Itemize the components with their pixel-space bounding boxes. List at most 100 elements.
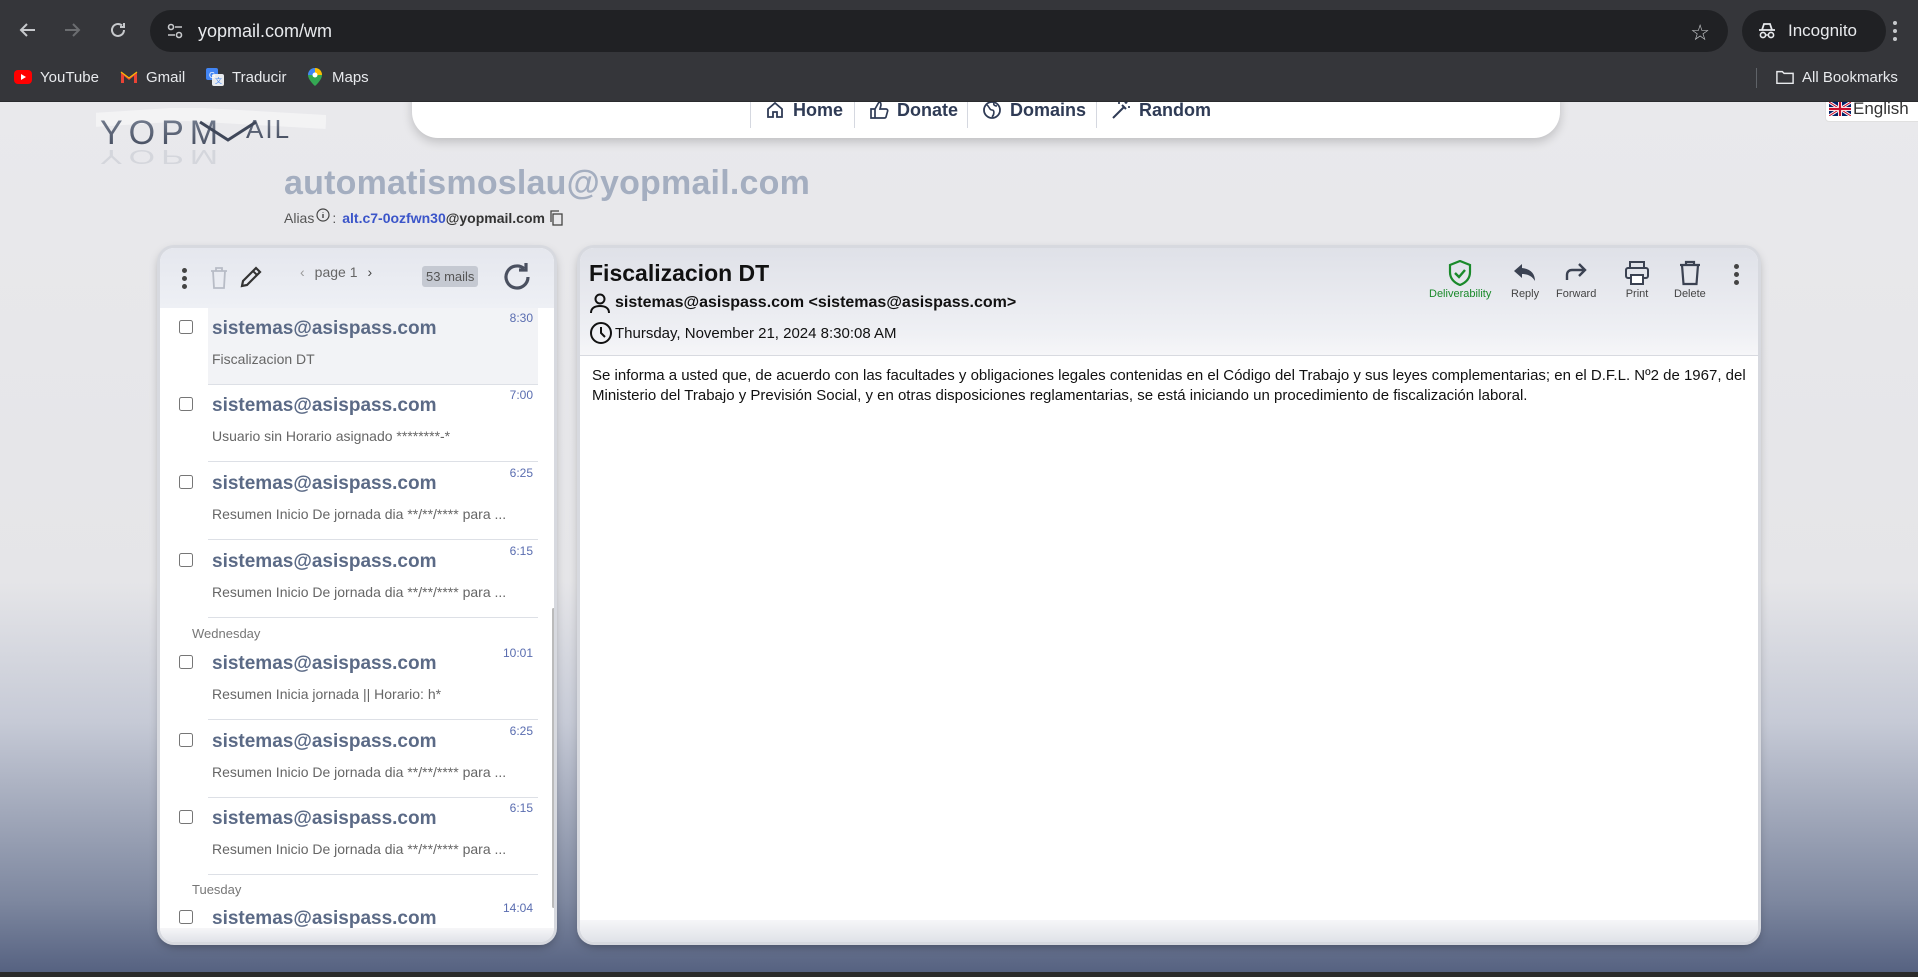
- trash-icon: [1679, 260, 1700, 286]
- language-label: English: [1853, 102, 1909, 118]
- bookmarks-bar: YouTube Gmail G文 Traducir Maps All Bookm…: [0, 62, 1918, 102]
- message-sender: sistemas@asispass.com <sistemas@asispass…: [615, 294, 1017, 311]
- print-button[interactable]: Print: [1624, 260, 1650, 300]
- message-header: Fiscalizacion DT sistemas@asispass.com <…: [580, 248, 1758, 356]
- bookmark-maps[interactable]: Maps: [306, 62, 369, 92]
- copy-icon[interactable]: [548, 210, 564, 226]
- list-menu-icon[interactable]: [180, 266, 188, 290]
- svg-text:AIL: AIL: [246, 114, 291, 144]
- reply-label: Reply: [1511, 288, 1540, 300]
- address-bar[interactable]: yopmail.com/wm ☆: [150, 10, 1728, 52]
- nav-random[interactable]: Random: [1096, 102, 1225, 128]
- sender-line: sistemas@asispass.com <sistemas@asispass…: [589, 292, 1016, 314]
- mail-list-toolbar: ‹ page 1 › 53 mails: [160, 248, 554, 308]
- nav-domains[interactable]: Domains: [967, 102, 1100, 128]
- translate-icon: G文: [206, 68, 224, 86]
- list-item[interactable]: sistemas@asispass.com 14:04: [160, 898, 554, 928]
- select-checkbox[interactable]: [179, 910, 193, 924]
- day-separator: Tuesday: [192, 882, 242, 897]
- mail-time: 14:04: [502, 901, 533, 915]
- bookmark-label: YouTube: [40, 68, 99, 86]
- select-checkbox[interactable]: [179, 397, 193, 411]
- delete-label: Delete: [1674, 288, 1706, 300]
- list-item[interactable]: sistemas@asispass.com 6:25 Resumen Inici…: [160, 463, 554, 540]
- url-text[interactable]: yopmail.com/wm: [198, 21, 332, 42]
- mail-from: sistemas@asispass.com: [212, 653, 437, 674]
- select-checkbox[interactable]: [179, 810, 193, 824]
- uk-flag-icon: [1829, 102, 1851, 116]
- list-item[interactable]: sistemas@asispass.com 7:00 Usuario sin H…: [160, 385, 554, 462]
- list-scrollbar[interactable]: [552, 608, 554, 908]
- browser-menu-icon[interactable]: [1880, 14, 1910, 48]
- incognito-label: Incognito: [1788, 21, 1857, 40]
- alias-user-link[interactable]: alt.c7-0ozfwn30: [342, 210, 445, 226]
- site-nav-bar: Home Donate Domains Random English ⌄: [412, 102, 1918, 138]
- refresh-icon[interactable]: [500, 260, 534, 294]
- select-checkbox[interactable]: [179, 655, 193, 669]
- day-separator: Wednesday: [192, 626, 261, 641]
- person-icon: [590, 293, 610, 314]
- bookmark-star-icon[interactable]: ☆: [1690, 20, 1710, 46]
- shield-check-icon: [1449, 260, 1472, 286]
- back-button[interactable]: [12, 14, 44, 46]
- select-checkbox[interactable]: [179, 320, 193, 334]
- forward-label: Forward: [1556, 288, 1597, 300]
- youtube-icon: [14, 68, 32, 86]
- forward-nav-button[interactable]: [56, 14, 88, 46]
- chevron-right-icon[interactable]: ›: [368, 264, 373, 280]
- list-item[interactable]: sistemas@asispass.com 8:30 Fiscalizacion…: [160, 308, 554, 385]
- info-icon[interactable]: [316, 208, 330, 222]
- delete-button[interactable]: Delete: [1674, 260, 1706, 300]
- reload-button[interactable]: [102, 14, 134, 46]
- list-item[interactable]: sistemas@asispass.com 6:25 Resumen Inici…: [160, 721, 554, 798]
- trash-icon[interactable]: [208, 266, 230, 290]
- all-bookmarks-button[interactable]: All Bookmarks: [1776, 62, 1898, 92]
- message-date: Thursday, November 21, 2024 8:30:08 AM: [615, 324, 897, 342]
- date-line: Thursday, November 21, 2024 8:30:08 AM: [589, 321, 897, 345]
- forward-arrow-icon: [65, 23, 81, 37]
- browser-toolbar: yopmail.com/wm ☆ Incognito: [0, 0, 1918, 62]
- nav-home[interactable]: Home: [750, 102, 857, 128]
- message-menu-icon[interactable]: [1734, 264, 1739, 285]
- alias-label: Alias: [284, 210, 315, 226]
- nav-home-label: Home: [793, 102, 844, 120]
- reply-button[interactable]: Reply: [1511, 260, 1539, 300]
- maps-icon: [306, 68, 324, 86]
- deliverability-button[interactable]: Deliverability: [1429, 260, 1491, 300]
- printer-icon: [1625, 261, 1649, 285]
- globe-icon: [983, 102, 1001, 119]
- bookmark-gmail[interactable]: Gmail: [120, 62, 185, 92]
- select-checkbox[interactable]: [179, 553, 193, 567]
- all-bookmarks-label: All Bookmarks: [1802, 68, 1898, 86]
- folder-icon: [1776, 68, 1794, 86]
- page-content: YOPM AIL YOPM Home Donate Domains Random…: [0, 102, 1918, 972]
- mail-from: sistemas@asispass.com: [212, 731, 437, 752]
- incognito-badge[interactable]: Incognito: [1742, 10, 1886, 52]
- magic-wand-icon: [1112, 102, 1130, 119]
- site-settings-icon[interactable]: [164, 20, 186, 42]
- nav-donate[interactable]: Donate: [854, 102, 972, 128]
- clock-icon: [590, 322, 612, 344]
- mail-subject: Resumen Inicio De jornada dia **/**/****…: [212, 584, 507, 600]
- select-checkbox[interactable]: [179, 733, 193, 747]
- list-item[interactable]: sistemas@asispass.com 6:15 Resumen Inici…: [160, 541, 554, 618]
- select-checkbox[interactable]: [179, 475, 193, 489]
- language-select[interactable]: English ⌄: [1825, 102, 1918, 122]
- pager: ‹ page 1 ›: [300, 264, 372, 280]
- list-item[interactable]: sistemas@asispass.com 10:01 Resumen Inic…: [160, 643, 554, 720]
- svg-text:文: 文: [215, 76, 222, 85]
- alias-row: Alias : alt.c7-0ozfwn30 @yopmail.com: [284, 208, 564, 226]
- bookmark-label: Traducir: [232, 68, 287, 86]
- chevron-left-icon[interactable]: ‹: [300, 264, 305, 280]
- mail-from: sistemas@asispass.com: [212, 808, 437, 829]
- mail-count-badge: 53 mails: [422, 266, 479, 287]
- list-item[interactable]: sistemas@asispass.com 6:15 Resumen Inici…: [160, 798, 554, 875]
- mail-time: 10:01: [502, 646, 533, 660]
- forward-button[interactable]: Forward: [1556, 260, 1596, 300]
- mail-subject: Fiscalizacion DT: [212, 351, 315, 367]
- compose-icon[interactable]: [238, 264, 264, 290]
- bookmark-traducir[interactable]: G文 Traducir: [206, 62, 286, 92]
- inbox-address: automatismoslau@yopmail.com: [284, 164, 811, 202]
- mail-subject: Usuario sin Horario asignado ********-*: [212, 428, 451, 444]
- bookmark-youtube[interactable]: YouTube: [14, 62, 99, 92]
